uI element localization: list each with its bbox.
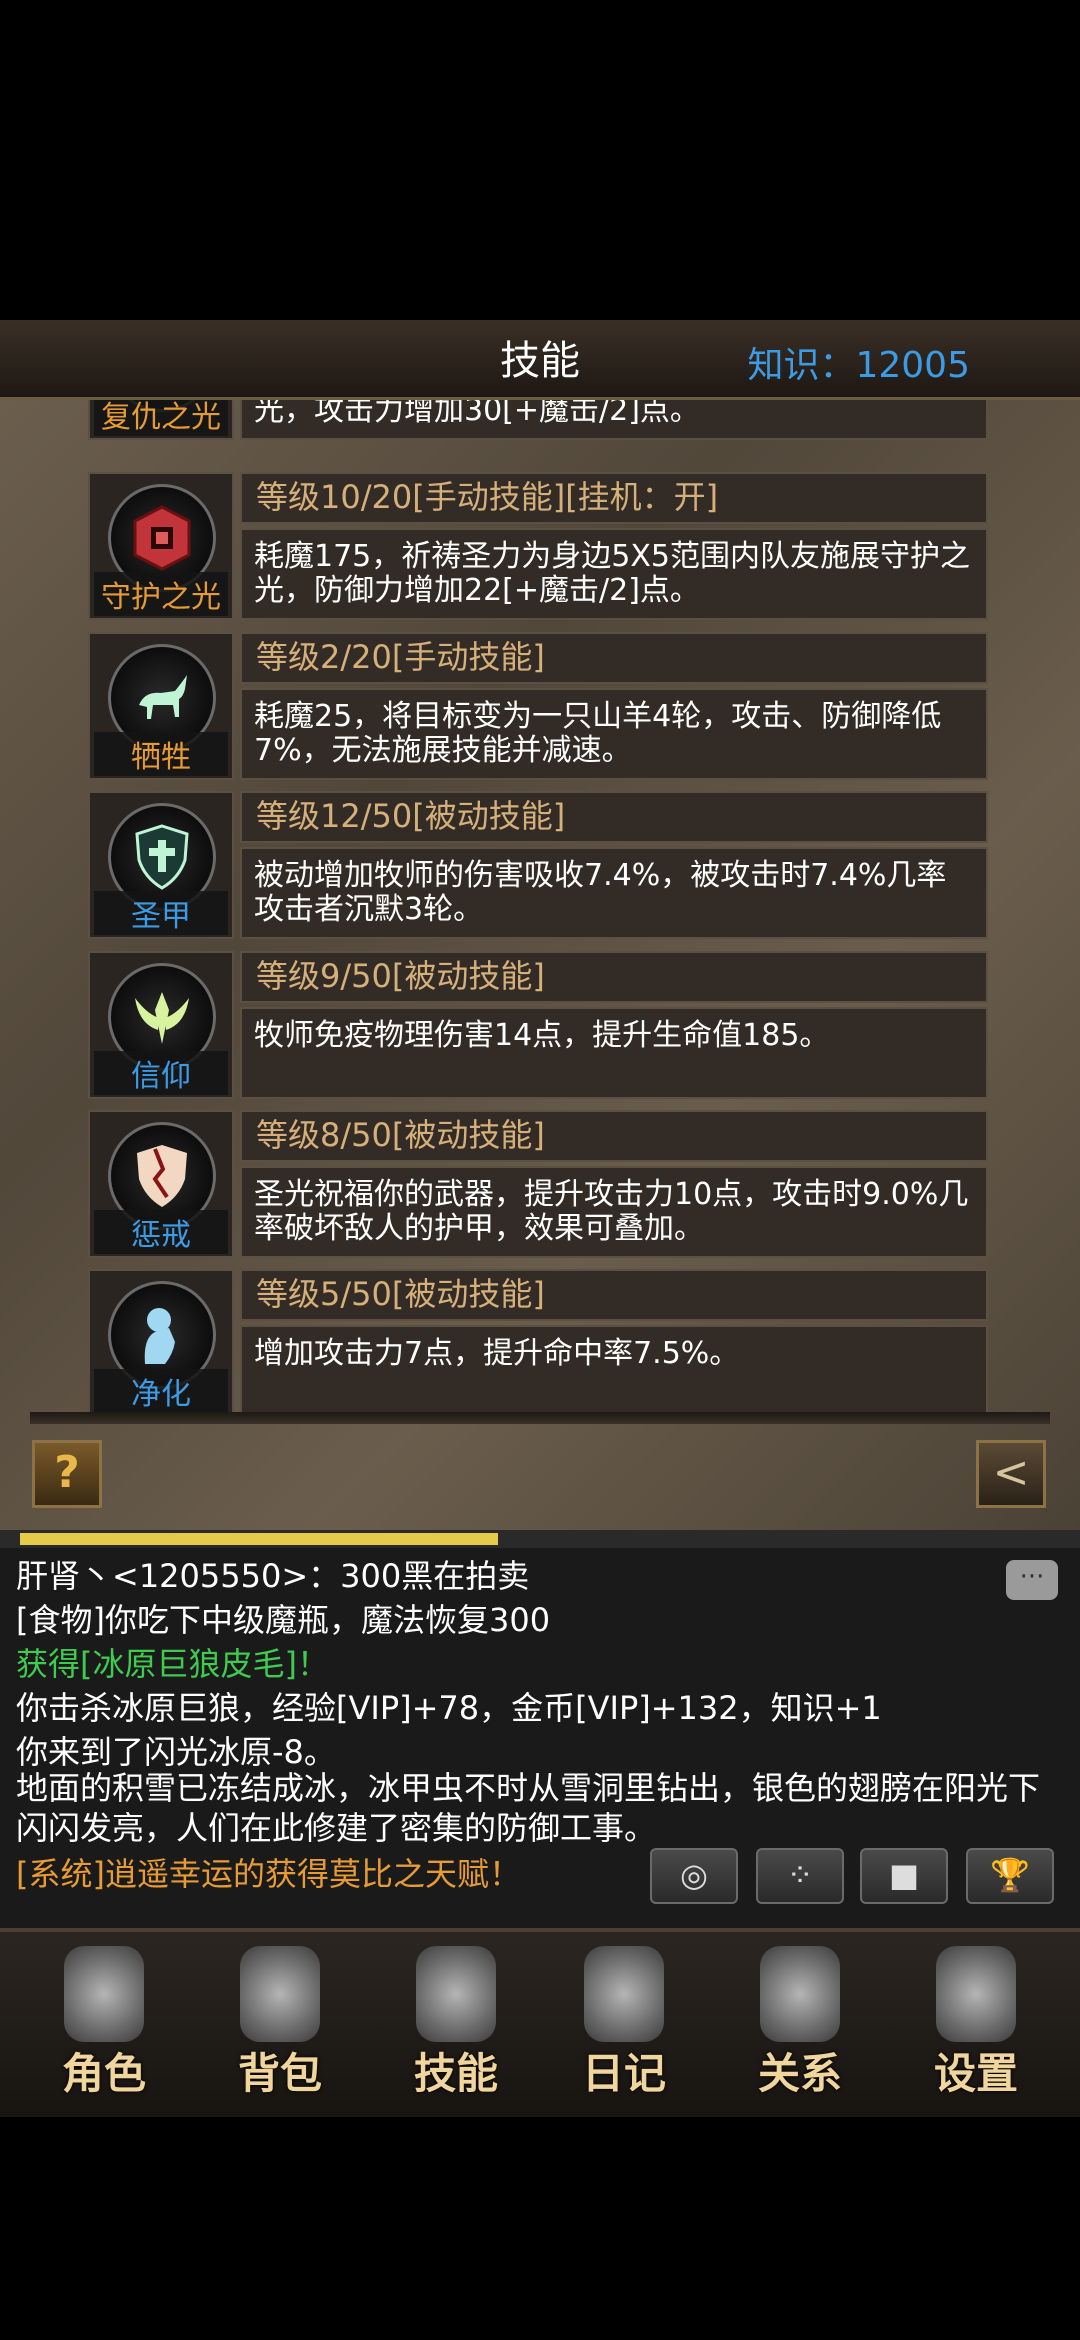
trophy-icon[interactable]: 🏆 — [966, 1848, 1054, 1904]
skill-level: 等级9/50[被动技能] — [240, 951, 988, 1003]
skill-icon-box: 惩戒 — [88, 1110, 234, 1258]
skill-name: 净化 — [94, 1369, 228, 1413]
nav-label: 设置 — [933, 2049, 1018, 2098]
nav-bag[interactable]: 背包 — [200, 1940, 360, 2110]
skill-description: 耗魔175，祈祷圣力为身边5X5范围内队友施展守护之光，防御力增加22[+魔击/… — [240, 528, 988, 620]
skill-level: 等级8/50[被动技能] — [240, 1110, 988, 1162]
dice-icon[interactable]: ⁘ — [756, 1848, 844, 1904]
back-button[interactable]: < — [976, 1440, 1046, 1508]
help-button[interactable]: ? — [32, 1440, 102, 1508]
skill-icon-box: 牺牲 — [88, 632, 234, 780]
skill-description: 耗魔25，将目标变为一只山羊4轮，攻击、防御降低7%，无法施展技能并减速。 — [240, 688, 988, 780]
skill-level: 等级2/20[手动技能] — [240, 632, 988, 684]
nav-label: 技能 — [413, 2049, 498, 2098]
nav-skills[interactable]: 技能 — [376, 1940, 536, 2110]
skill-level: 等级10/20[手动技能][挂机：开] — [240, 472, 988, 524]
helmet-icon — [64, 1946, 144, 2042]
skill-name: 牺牲 — [94, 732, 228, 776]
header-bar: 技能 知识：12005 — [0, 320, 1080, 400]
skill-name: 守护之光 — [94, 572, 228, 616]
skill-panel: 复仇之光 耗魔220，祈祷圣力为身边5X5范围内队友施展复仇之光，攻击力增加30… — [0, 400, 1080, 1530]
skill-description: 圣光祝福你的武器，提升攻击力10点，攻击时9.0%几率破坏敌人的护甲，效果可叠加… — [240, 1166, 988, 1258]
skill-name: 惩戒 — [94, 1210, 228, 1254]
spellbook-icon — [416, 1946, 496, 2042]
chat-line: 你击杀冰原巨狼，经验[VIP]+78，金币[VIP]+132，知识+1 — [16, 1689, 882, 1727]
skill-level: 等级5/50[被动技能] — [240, 1269, 988, 1321]
skill-row-holy-armor[interactable]: 圣甲 等级12/50[被动技能] 被动增加牧师的伤害吸收7.4%，被攻击时7.4… — [88, 791, 990, 939]
skill-icon-box: 信仰 — [88, 951, 234, 1099]
chat-line: 地面的积雪已冻结成冰，冰甲虫不时从雪洞里钻出，银色的翅膀在阳光下闪闪发亮，人们在… — [16, 1769, 1041, 1847]
gear-icon — [936, 1946, 1016, 2042]
skill-row-sacrifice[interactable]: 牺牲 等级2/20[手动技能] 耗魔25，将目标变为一只山羊4轮，攻击、防御降低… — [88, 632, 990, 780]
skill-icon-box: 圣甲 — [88, 791, 234, 939]
skill-row-guard-light[interactable]: 守护之光 等级10/20[手动技能][挂机：开] 耗魔175，祈祷圣力为身边5X… — [88, 472, 990, 620]
stop-icon[interactable]: ■ — [860, 1848, 948, 1904]
chat-line: 你来到了闪光冰原-8。 — [16, 1733, 336, 1771]
knowledge-counter: 知识：12005 — [747, 345, 970, 386]
nav-settings[interactable]: 设置 — [896, 1940, 1056, 2110]
nav-relations[interactable]: 关系 — [720, 1940, 880, 2110]
chat-bubble-icon[interactable]: ··· — [1006, 1560, 1058, 1600]
nav-label: 关系 — [757, 2049, 842, 2098]
compass-icon[interactable]: ◎ — [650, 1848, 738, 1904]
nav-role[interactable]: 角色 — [24, 1940, 184, 2110]
nav-diary[interactable]: 日记 — [544, 1940, 704, 2110]
skill-list[interactable]: 复仇之光 耗魔220，祈祷圣力为身边5X5范围内队友施展复仇之光，攻击力增加30… — [0, 400, 1080, 1420]
skill-description: 增加攻击力7点，提升命中率7.5%。 — [240, 1325, 988, 1417]
skill-name: 圣甲 — [94, 891, 228, 935]
panel-divider — [30, 1412, 1050, 1424]
experience-bar — [0, 1530, 1080, 1548]
skill-description: 被动增加牧师的伤害吸收7.4%，被攻击时7.4%几率攻击者沉默3轮。 — [240, 847, 988, 939]
skill-level: 等级12/50[被动技能] — [240, 791, 988, 843]
skill-icon-box: 守护之光 — [88, 472, 234, 620]
handshake-icon — [760, 1946, 840, 2042]
experience-fill — [20, 1533, 498, 1545]
chat-line: [食物]你吃下中级魔瓶，魔法恢复300 — [16, 1601, 551, 1639]
chat-line: 获得[冰原巨狼皮毛]！ — [16, 1645, 329, 1683]
skill-icon-box: 净化 — [88, 1269, 234, 1417]
nav-label: 背包 — [237, 2049, 322, 2098]
skill-name: 复仇之光 — [94, 400, 228, 436]
skill-row-revenge-light[interactable]: 复仇之光 耗魔220，祈祷圣力为身边5X5范围内队友施展复仇之光，攻击力增加30… — [88, 400, 990, 440]
nav-label: 日记 — [581, 2049, 666, 2098]
skill-row-faith[interactable]: 信仰 等级9/50[被动技能] 牧师免疫物理伤害14点，提升生命值185。 — [88, 951, 990, 1099]
skill-row-punish[interactable]: 惩戒 等级8/50[被动技能] 圣光祝福你的武器，提升攻击力10点，攻击时9.0… — [88, 1110, 990, 1258]
skill-name: 信仰 — [94, 1051, 228, 1095]
nav-label: 角色 — [61, 2049, 146, 2098]
chat-line: 肝肾丶<1205550>：300黑在拍卖 — [16, 1557, 530, 1595]
bottom-nav: 角色 背包 技能 日记 关系 设置 — [0, 1928, 1080, 2117]
skill-description: 牧师免疫物理伤害14点，提升生命值185。 — [240, 1007, 988, 1099]
skill-icon-box: 复仇之光 — [88, 400, 234, 440]
backpack-icon — [240, 1946, 320, 2042]
skill-description: 耗魔220，祈祷圣力为身边5X5范围内队友施展复仇之光，攻击力增加30[+魔击/… — [240, 400, 988, 440]
scroll-icon — [584, 1946, 664, 2042]
skill-row-purify[interactable]: 净化 等级5/50[被动技能] 增加攻击力7点，提升命中率7.5%。 — [88, 1269, 990, 1417]
